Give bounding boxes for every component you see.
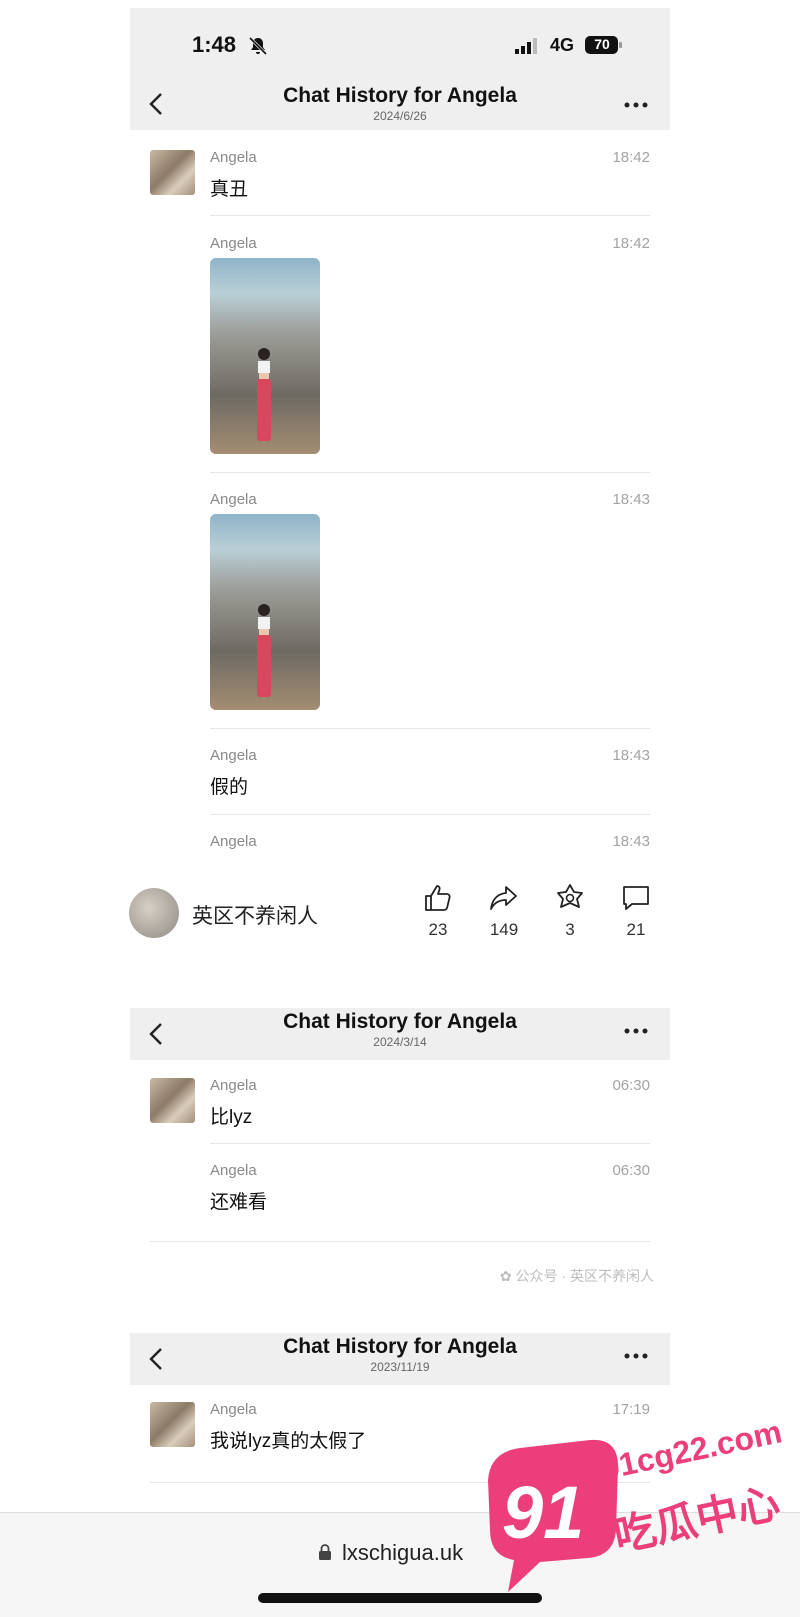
chat-header: Chat History for Angela 2024/6/26 — [130, 78, 670, 130]
message-text: 还难看 — [210, 1192, 268, 1213]
thumbs-up-icon — [425, 885, 451, 911]
more-icon[interactable] — [624, 1028, 648, 1034]
message-photo[interactable] — [210, 258, 320, 454]
like-button[interactable]: 23 — [413, 882, 463, 940]
message-text: 我说lyz真的太假了 — [210, 1431, 367, 1452]
account-avatar[interactable] — [129, 888, 179, 938]
status-bar: 1:48 4G 70 — [130, 8, 670, 78]
share-arrow-icon — [490, 886, 517, 910]
status-time: 1:48 — [192, 32, 237, 57]
chat-date: 2024/6/26 — [373, 109, 427, 123]
logo-number: 91 — [502, 1471, 584, 1554]
chat-title: Chat History for Angela — [283, 1335, 517, 1358]
more-icon[interactable] — [624, 1353, 648, 1359]
url-text[interactable]: lxschigua.uk — [342, 1540, 463, 1566]
wechat-icon: ✿ — [499, 1268, 516, 1284]
message-time: 18:43 — [612, 747, 650, 764]
chat-message: Angela 18:43 — [130, 473, 670, 729]
message-text: 假的 — [210, 777, 249, 798]
chat-message: Angela 18:43 — [130, 815, 670, 868]
chat-message: Angela 06:30 还难看 — [130, 1144, 670, 1242]
sender-name: Angela — [210, 149, 257, 166]
chat-message: Angela 06:30 比lyz — [130, 1058, 670, 1144]
network-type: 4G — [550, 35, 575, 55]
message-time: 06:30 — [612, 1162, 650, 1179]
favorite-count: 3 — [565, 920, 575, 939]
message-time: 18:43 — [612, 833, 650, 850]
person-figure-icon — [257, 348, 271, 441]
chat-title: Chat History for Angela — [283, 1010, 517, 1033]
person-figure-icon — [257, 604, 271, 697]
sender-name: Angela — [210, 491, 257, 508]
chat-message: Angela 18:43 假的 — [130, 729, 670, 815]
like-count: 23 — [428, 920, 448, 939]
chat-date: 2023/11/19 — [370, 1360, 430, 1374]
battery-level: 70 — [594, 36, 610, 52]
lock-icon — [319, 1544, 331, 1560]
comment-count: 21 — [626, 920, 646, 939]
account-name[interactable]: 英区不养闲人 — [192, 900, 318, 930]
sender-name: Angela — [210, 235, 257, 252]
avatar[interactable] — [150, 1402, 195, 1447]
sender-name: Angela — [210, 833, 257, 850]
sender-name: Angela — [210, 1077, 257, 1094]
sender-name: Angela — [210, 747, 257, 764]
share-count: 149 — [489, 920, 519, 939]
more-icon[interactable] — [624, 102, 648, 108]
wechat-account-footer: ✿ 公众号 · 英区不养闲人 — [499, 1268, 654, 1284]
message-text: 真丑 — [210, 179, 249, 200]
share-button[interactable]: 149 — [479, 882, 529, 940]
chat-header: Chat History for Angela 2024/3/14 — [130, 1008, 670, 1060]
chat-message: Angela 18:42 — [130, 216, 670, 473]
message-time: 18:43 — [612, 491, 650, 508]
divider — [150, 1241, 650, 1242]
chat-title: Chat History for Angela — [283, 84, 517, 107]
signal-icon — [515, 38, 537, 54]
chat-message: Angela 18:42 真丑 — [130, 130, 670, 216]
message-time: 06:30 — [612, 1077, 650, 1094]
avatar[interactable] — [150, 150, 195, 195]
avatar[interactable] — [150, 1078, 195, 1123]
message-time: 18:42 — [612, 235, 650, 252]
message-time: 18:42 — [612, 149, 650, 166]
bell-muted-icon — [248, 36, 268, 56]
sender-name: Angela — [210, 1162, 257, 1179]
comment-button[interactable]: 21 — [611, 882, 661, 940]
social-action-bar: 英区不养闲人 23 149 3 21 — [95, 868, 705, 1008]
favorite-button[interactable]: 3 — [545, 882, 595, 940]
message-photo[interactable] — [210, 514, 320, 710]
chat-date: 2024/3/14 — [373, 1035, 427, 1049]
comment-bubble-icon — [623, 886, 649, 910]
star-outline-icon — [557, 884, 583, 908]
message-text: 比lyz — [210, 1107, 253, 1128]
sender-name: Angela — [210, 1401, 257, 1418]
chat-header: Chat History for Angela 2023/11/19 — [130, 1333, 670, 1385]
